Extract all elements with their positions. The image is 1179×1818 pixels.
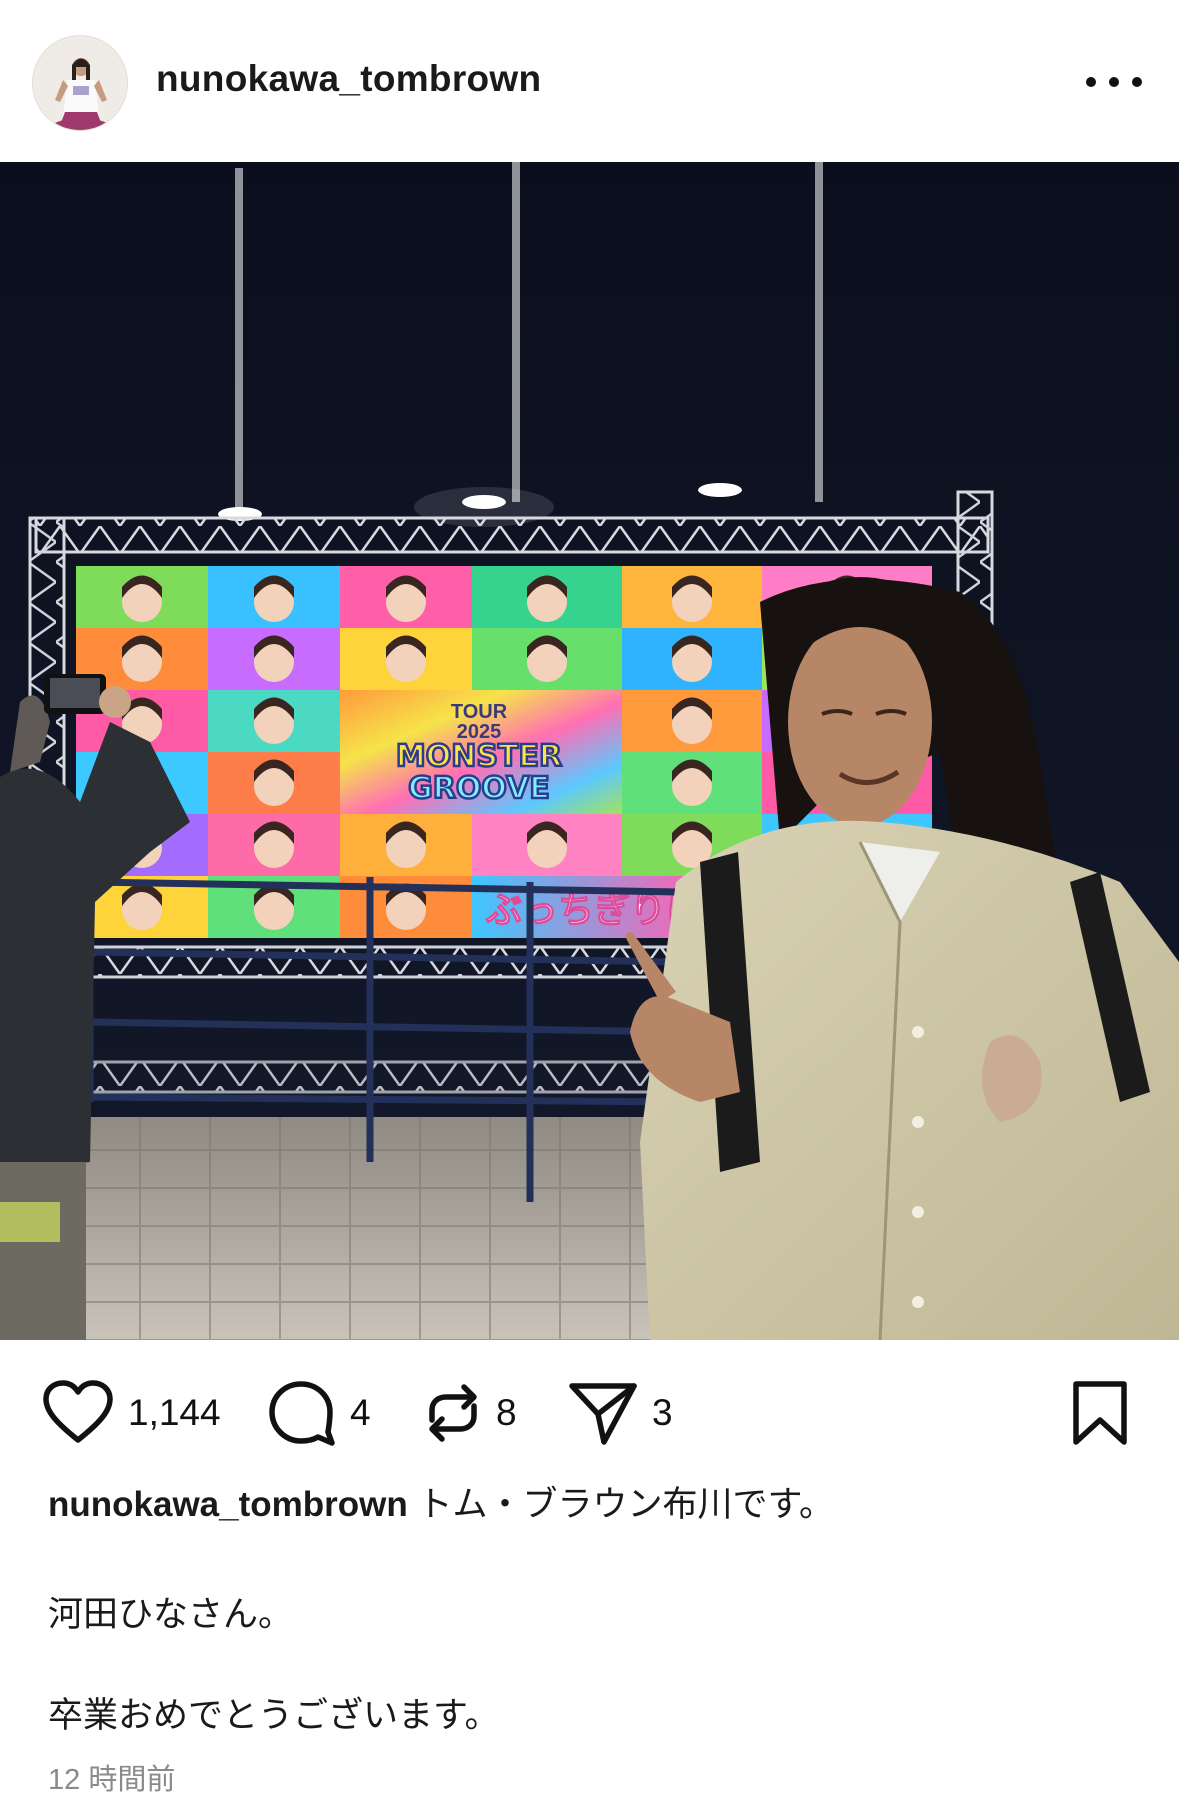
post-caption: nunokawa_tombrown トム・ブラウン布川です。 (48, 1480, 1148, 1530)
post-header: nunokawa_tombrown (0, 0, 1179, 162)
more-horizontal-icon[interactable] (1086, 64, 1142, 100)
post-photo[interactable]: TOUR 2025 MONSTER GROOVE ぶっちぎりに、笑 (0, 162, 1179, 1340)
billboard-tour-text: TOUR (451, 701, 508, 723)
share-button[interactable]: 3 (568, 1372, 673, 1454)
caption-line-3: 卒業おめでとうございます。 (48, 1696, 500, 1735)
post-actions-bar: 1,144 4 8 3 (0, 1372, 1179, 1454)
billboard-title-top: MONSTER (396, 739, 562, 774)
comment-button[interactable]: 4 (268, 1372, 371, 1454)
save-button[interactable] (1070, 1372, 1130, 1454)
like-count: 1,144 (128, 1392, 221, 1433)
repost-count: 8 (496, 1392, 517, 1433)
caption-username[interactable]: nunokawa_tombrown (48, 1485, 408, 1524)
caption-line-1: トム・ブラウン布川です。 (417, 1485, 834, 1524)
post-username[interactable]: nunokawa_tombrown (156, 58, 541, 100)
caption-line-2: 河田ひなさん。 (48, 1595, 294, 1634)
billboard-title-bottom: GROOVE (408, 771, 550, 806)
share-count: 3 (652, 1392, 673, 1433)
profile-avatar[interactable] (32, 35, 128, 131)
paper-plane-icon (569, 1383, 637, 1445)
like-button[interactable]: 1,144 (42, 1372, 221, 1454)
bookmark-icon (1073, 1381, 1127, 1445)
comment-bubble-icon (269, 1381, 335, 1446)
repost-button[interactable]: 8 (424, 1372, 517, 1454)
repost-icon (429, 1384, 477, 1442)
heart-icon (43, 1380, 113, 1443)
comment-count: 4 (350, 1392, 371, 1433)
post-timestamp: 12 時間前 (48, 1764, 176, 1796)
